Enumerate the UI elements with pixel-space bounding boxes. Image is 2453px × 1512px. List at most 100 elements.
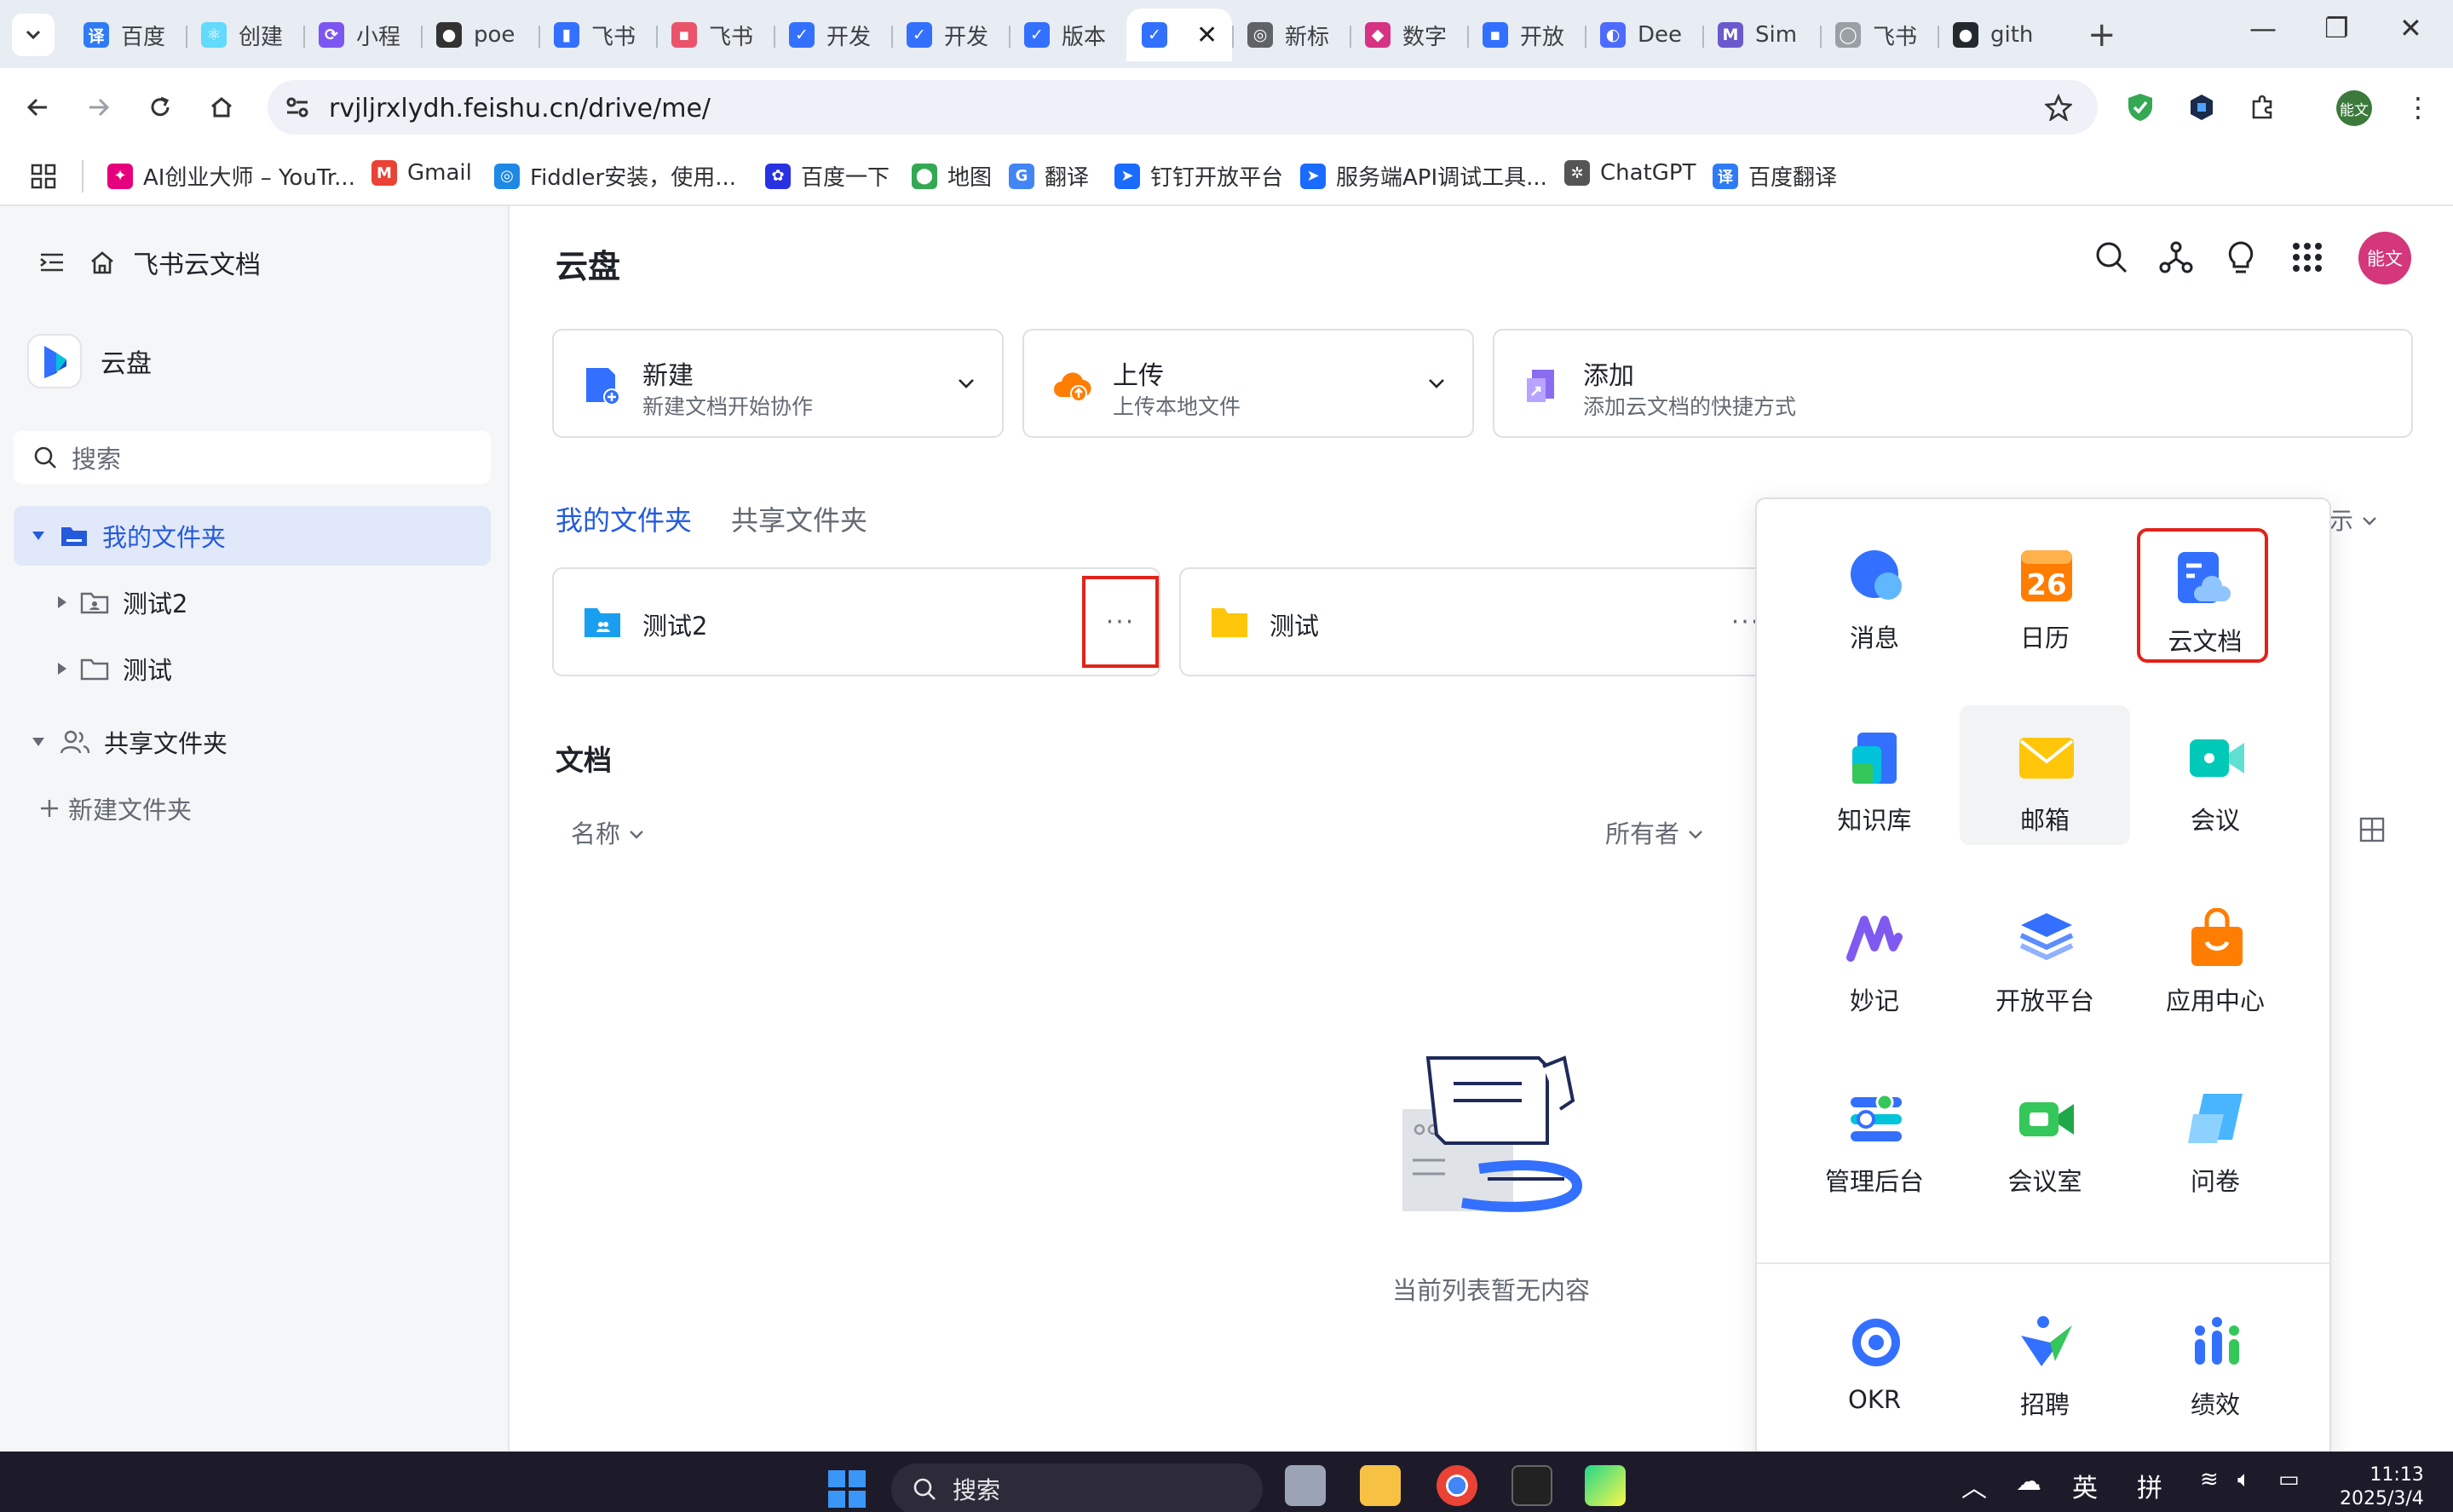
chrome-icon[interactable] [1437,1465,1477,1506]
extensions-puzzle-icon[interactable] [2246,90,2280,124]
app-meeting[interactable]: 会议 [2130,705,2300,845]
onedrive-icon[interactable]: ☁ [2016,1467,2041,1497]
bookmark-item[interactable]: ➤ 钉钉开放平台 [1114,160,1283,192]
apps-grid-icon[interactable] [31,164,56,189]
tab-shared-folder[interactable]: 共享文件夹 [731,499,867,538]
folder-card-test2[interactable]: 测试2 ··· [552,567,1160,676]
browser-tab[interactable]: ◆ 数字 [1350,9,1467,61]
close-window-button[interactable]: ✕ [2399,12,2422,44]
grid-view-icon[interactable] [2358,816,2386,843]
home-icon[interactable] [89,250,116,275]
browser-tab[interactable]: ◎ 新标 [1232,9,1350,61]
app-survey[interactable]: 问卷 [2130,1066,2300,1206]
app-minutes[interactable]: 妙记 [1789,886,1960,1026]
browser-tab[interactable]: ✓ 开发 [774,9,891,61]
bookmark-item[interactable]: 译百度翻译 [1713,160,1837,192]
new-folder-button[interactable]: 新建文件夹 [14,779,491,838]
browser-tab[interactable]: ◐ Dee [1585,9,1702,61]
sidebar-item-test[interactable]: 测试 [14,639,491,699]
browser-menu-button[interactable]: ⋮ [2401,90,2435,124]
name-column-sort[interactable]: 名称 [571,814,645,850]
expand-caret-icon[interactable] [32,738,44,746]
sidebar-item-shared-folder[interactable]: 共享文件夹 [14,712,491,772]
back-button[interactable] [17,87,58,128]
battery-icon[interactable]: ▭ [2278,1467,2300,1492]
app-messages[interactable]: 消息 [1789,523,1960,663]
tab-active[interactable]: ✓ ✕ [1126,9,1232,61]
chevron-down-icon[interactable] [956,373,976,394]
cube-app-icon[interactable] [1512,1465,1552,1506]
ime-mode[interactable]: 拼 [2137,1467,2162,1504]
app-grid-button[interactable] [2287,237,2328,278]
star-icon[interactable] [2045,94,2072,121]
browser-tab[interactable]: ✓ 版本 [1009,9,1126,61]
reload-button[interactable] [140,87,181,128]
minimize-button[interactable]: — [2249,12,2277,44]
sidebar-item-test2[interactable]: 测试2 [14,572,491,632]
add-shortcut-card[interactable]: 添加 添加云文档的快捷方式 [1493,329,2413,438]
ime-lang[interactable]: 英 [2072,1467,2098,1504]
file-explorer-icon[interactable] [1360,1465,1401,1506]
app-wiki[interactable]: 知识库 [1789,705,1960,845]
tab-my-folder[interactable]: 我的文件夹 [556,499,692,538]
browser-tab[interactable]: ⚛ 创建 [186,9,303,61]
expand-caret-icon[interactable] [32,532,44,540]
browser-tab[interactable]: ▪ 飞书 [656,9,774,61]
taskbar-search[interactable]: 搜索 [891,1463,1263,1512]
org-chart-button[interactable] [2156,237,2197,278]
user-avatar[interactable]: 能文 [2358,232,2411,285]
app-admin[interactable]: 管理后台 [1789,1066,1960,1206]
bookmark-item[interactable]: ✲ ChatGPT [1564,160,1696,186]
browser-tab[interactable]: M Sim [1702,9,1820,61]
new-tab-button[interactable]: + [2087,15,2116,55]
windows-start-icon[interactable] [826,1469,867,1509]
restore-button[interactable]: ❐ [2324,12,2349,44]
app-performance[interactable]: 绩效 [2130,1290,2300,1429]
forward-button[interactable] [78,87,119,128]
new-doc-card[interactable]: 新建 新建文档开始协作 [552,329,1004,438]
folder-more-button[interactable]: ··· [1082,576,1159,668]
app-calendar[interactable]: 26 日历 [1960,523,2130,663]
upload-card[interactable]: 上传 上传本地文件 [1022,329,1474,438]
expand-caret-icon[interactable] [58,663,66,675]
profile-avatar[interactable]: 能文 [2336,90,2372,126]
collapse-sidebar-icon[interactable] [37,250,66,275]
expand-caret-icon[interactable] [58,596,66,608]
tab-search-button[interactable] [12,14,55,56]
app-okr[interactable]: OKR [1789,1290,1960,1429]
bookmark-item[interactable]: G 翻译 [1009,160,1089,192]
tray-overflow-chevron-icon[interactable]: ︿ [1961,1467,1987,1504]
volume-icon[interactable]: 🔈︎ [2237,1467,2251,1493]
drive-brand[interactable]: 云盘 [27,334,152,388]
adblock-extension-icon[interactable] [2123,90,2157,124]
app-app-center[interactable]: 应用中心 [2130,886,2300,1026]
owner-column-filter[interactable]: 所有者 [1605,814,1704,850]
app-meeting-room[interactable]: 会议室 [1960,1066,2130,1206]
bookmark-item[interactable]: ➤ 服务端API调试工具... [1300,160,1547,192]
search-button[interactable] [2091,237,2132,278]
bookmark-item[interactable]: ✿ 百度一下 [765,160,890,192]
browser-tab[interactable]: ✓ 开发 [891,9,1009,61]
app-cloud-docs[interactable]: 云文档 [2137,528,2268,663]
chevron-down-icon[interactable] [1426,373,1447,394]
sidebar-header-title[interactable]: 飞书云文档 [133,244,261,281]
close-tab-icon[interactable]: ✕ [1196,20,1218,50]
site-settings-icon[interactable] [285,95,310,119]
url-text[interactable]: rvjljrxlydh.feishu.cn/drive/me/ [329,94,711,124]
sidebar-search-input[interactable]: 搜索 [14,431,491,484]
pycharm-icon[interactable] [1585,1465,1626,1506]
browser-tab[interactable]: ● poe [421,9,538,61]
system-clock[interactable]: 11:13 2025/3/4 [2340,1463,2424,1511]
bookmark-item[interactable]: ⬤ 地图 [912,160,992,192]
browser-tab[interactable]: ● gith [1938,9,2055,61]
task-view-icon[interactable] [1285,1465,1326,1506]
browser-tab[interactable]: ▪ 开放 [1467,9,1585,61]
bookmark-item[interactable]: M Gmail [371,160,472,186]
browser-tab[interactable]: ⟳ 小程 [303,9,421,61]
browser-tab[interactable]: ◯ 飞书 [1820,9,1938,61]
display-mode-dropdown[interactable]: 示 [2329,503,2378,537]
sidebar-item-my-folder[interactable]: 我的文件夹 [14,506,491,566]
browser-tab[interactable]: ▮ 飞书 [538,9,656,61]
app-hire[interactable]: 招聘 [1960,1290,2130,1429]
folder-card-test[interactable]: 测试 ··· [1179,567,1788,676]
